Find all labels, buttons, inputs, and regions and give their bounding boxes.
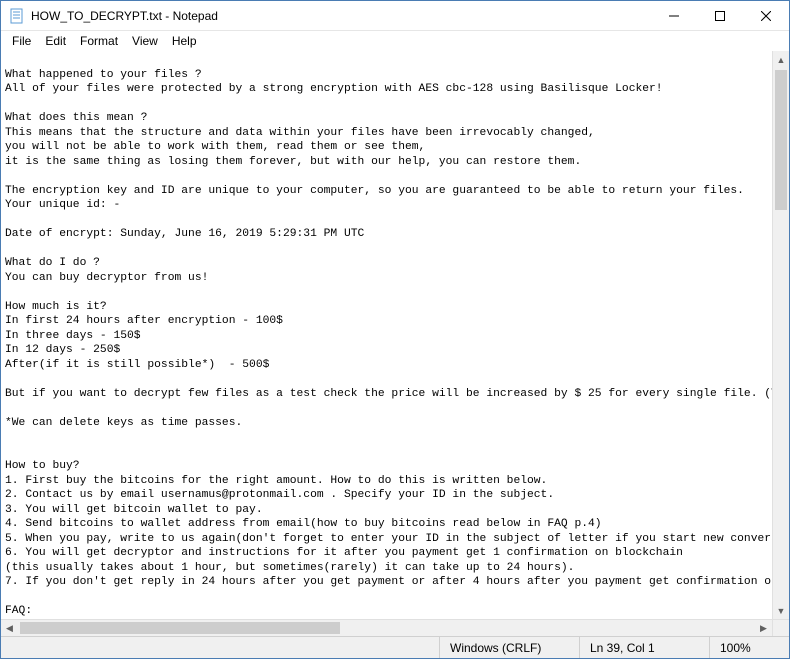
chevron-right-icon: ▶ <box>760 623 767 634</box>
scroll-down-button[interactable]: ▼ <box>773 602 789 619</box>
close-button[interactable] <box>743 1 789 31</box>
window-controls <box>651 1 789 30</box>
horizontal-scroll-thumb[interactable] <box>20 622 340 634</box>
window-title: HOW_TO_DECRYPT.txt - Notepad <box>31 9 651 23</box>
menu-file[interactable]: File <box>5 32 38 50</box>
maximize-icon <box>715 11 725 21</box>
minimize-button[interactable] <box>651 1 697 31</box>
notepad-window: HOW_TO_DECRYPT.txt - Notepad File Edit F… <box>0 0 790 659</box>
notepad-icon <box>9 8 25 24</box>
status-zoom: 100% <box>709 637 789 658</box>
menu-help[interactable]: Help <box>165 32 204 50</box>
close-icon <box>761 11 771 21</box>
menu-edit[interactable]: Edit <box>38 32 73 50</box>
horizontal-scroll-track[interactable] <box>18 620 755 636</box>
minimize-icon <box>669 11 679 21</box>
menu-format[interactable]: Format <box>73 32 125 50</box>
scrollbar-corner <box>772 620 789 636</box>
status-position: Ln 39, Col 1 <box>579 637 709 658</box>
statusbar: Windows (CRLF) Ln 39, Col 1 100% <box>1 636 789 658</box>
chevron-left-icon: ◀ <box>6 623 13 634</box>
vertical-scroll-thumb[interactable] <box>775 70 787 210</box>
chevron-up-icon: ▲ <box>777 55 786 65</box>
menubar: File Edit Format View Help <box>1 31 789 51</box>
scroll-right-button[interactable]: ▶ <box>755 620 772 636</box>
titlebar: HOW_TO_DECRYPT.txt - Notepad <box>1 1 789 31</box>
scroll-left-button[interactable]: ◀ <box>1 620 18 636</box>
status-encoding: Windows (CRLF) <box>439 637 579 658</box>
text-editor[interactable]: What happened to your files ? All of you… <box>1 51 772 619</box>
menu-view[interactable]: View <box>125 32 165 50</box>
maximize-button[interactable] <box>697 1 743 31</box>
content-area: What happened to your files ? All of you… <box>1 51 789 619</box>
horizontal-scrollbar[interactable]: ◀ ▶ <box>1 619 789 636</box>
vertical-scrollbar[interactable]: ▲ ▼ <box>772 51 789 619</box>
chevron-down-icon: ▼ <box>777 606 786 616</box>
scroll-up-button[interactable]: ▲ <box>773 51 789 68</box>
